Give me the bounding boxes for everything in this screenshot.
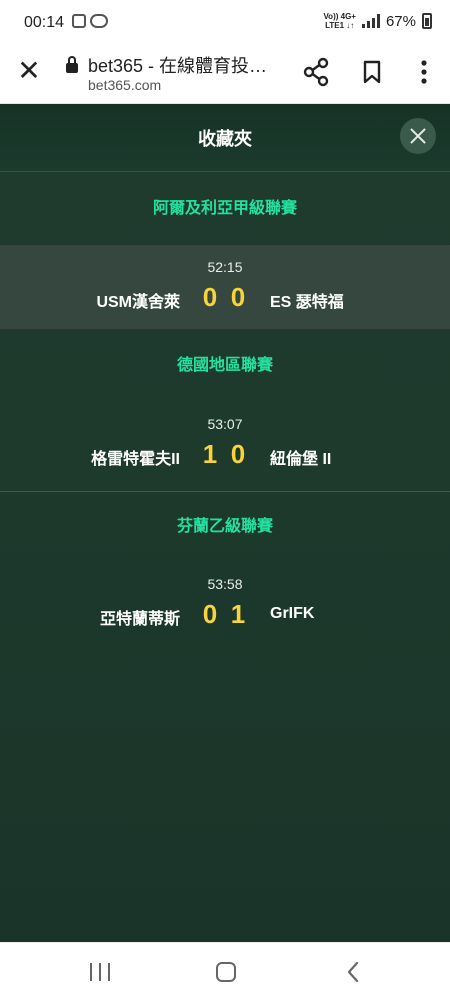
network-top: Vo)) 4G+ — [323, 12, 356, 21]
bookmark-icon[interactable] — [358, 58, 386, 86]
home-score: 0 — [202, 599, 218, 629]
notification-icon — [72, 14, 86, 28]
away-score: 1 — [230, 599, 246, 629]
match-clock: 53:07 — [207, 416, 243, 432]
away-team: GrIFK — [270, 605, 315, 622]
battery-percent: 67% — [385, 12, 416, 30]
match-row[interactable]: 53:07 格雷特霍夫II 1 0 紐倫堡 II — [0, 402, 450, 486]
back-icon[interactable] — [346, 960, 360, 984]
league-title[interactable]: 阿爾及利亞甲級聯賽 — [0, 172, 450, 245]
match-clock: 53:58 — [207, 576, 243, 592]
home-icon[interactable] — [216, 962, 236, 982]
favorites-title: 收藏夾 — [198, 129, 252, 149]
more-vert-icon[interactable] — [410, 58, 438, 86]
notification-icon-2 — [90, 14, 108, 28]
match-row[interactable]: 53:58 亞特蘭蒂斯 0 1 GrIFK — [0, 562, 450, 646]
status-bar: 00:14 Vo)) 4G+ LTE1 ↓↑ 67% — [0, 0, 450, 46]
status-right: Vo)) 4G+ LTE1 ↓↑ 67% — [323, 12, 432, 30]
status-time: 00:14 — [24, 14, 65, 31]
favorites-panel: 收藏夾 阿爾及利亞甲級聯賽 52:15 USM漢舍萊 0 0 ES 瑟特福 德國… — [0, 104, 450, 942]
match-clock: 52:15 — [207, 259, 243, 275]
home-team: 亞特蘭蒂斯 — [99, 611, 180, 628]
signal-icon — [361, 14, 380, 28]
recent-apps-icon[interactable] — [90, 963, 110, 981]
home-score: 1 — [202, 439, 218, 469]
close-icon[interactable]: ✕ — [14, 56, 44, 86]
browser-toolbar: ✕ bet365 - 在線體育投… bet365.com — [0, 46, 450, 104]
away-score: 0 — [230, 439, 246, 469]
away-score: 0 — [230, 282, 246, 312]
page-url[interactable]: bet365.com — [88, 77, 161, 93]
favorites-header: 收藏夾 — [0, 104, 450, 172]
league-title[interactable]: 德國地區聯賽 — [0, 329, 450, 402]
home-score: 0 — [202, 282, 218, 312]
home-team: USM漢舍萊 — [96, 294, 180, 311]
close-favorites-icon[interactable] — [400, 118, 436, 154]
battery-icon — [422, 13, 432, 29]
share-icon[interactable] — [300, 56, 332, 88]
system-nav-bar — [0, 942, 450, 1000]
home-team: 格雷特霍夫II — [91, 451, 180, 468]
away-team: 紐倫堡 II — [270, 451, 332, 468]
match-row[interactable]: 52:15 USM漢舍萊 0 0 ES 瑟特福 — [0, 245, 450, 329]
page-title[interactable]: bet365 - 在線體育投… — [88, 52, 288, 78]
league-title[interactable]: 芬蘭乙級聯賽 — [0, 492, 450, 562]
lock-icon — [66, 56, 78, 73]
away-team: ES 瑟特福 — [270, 294, 344, 311]
network-bottom: LTE1 ↓↑ — [325, 21, 355, 30]
network-indicator: Vo)) 4G+ LTE1 ↓↑ — [323, 12, 356, 30]
